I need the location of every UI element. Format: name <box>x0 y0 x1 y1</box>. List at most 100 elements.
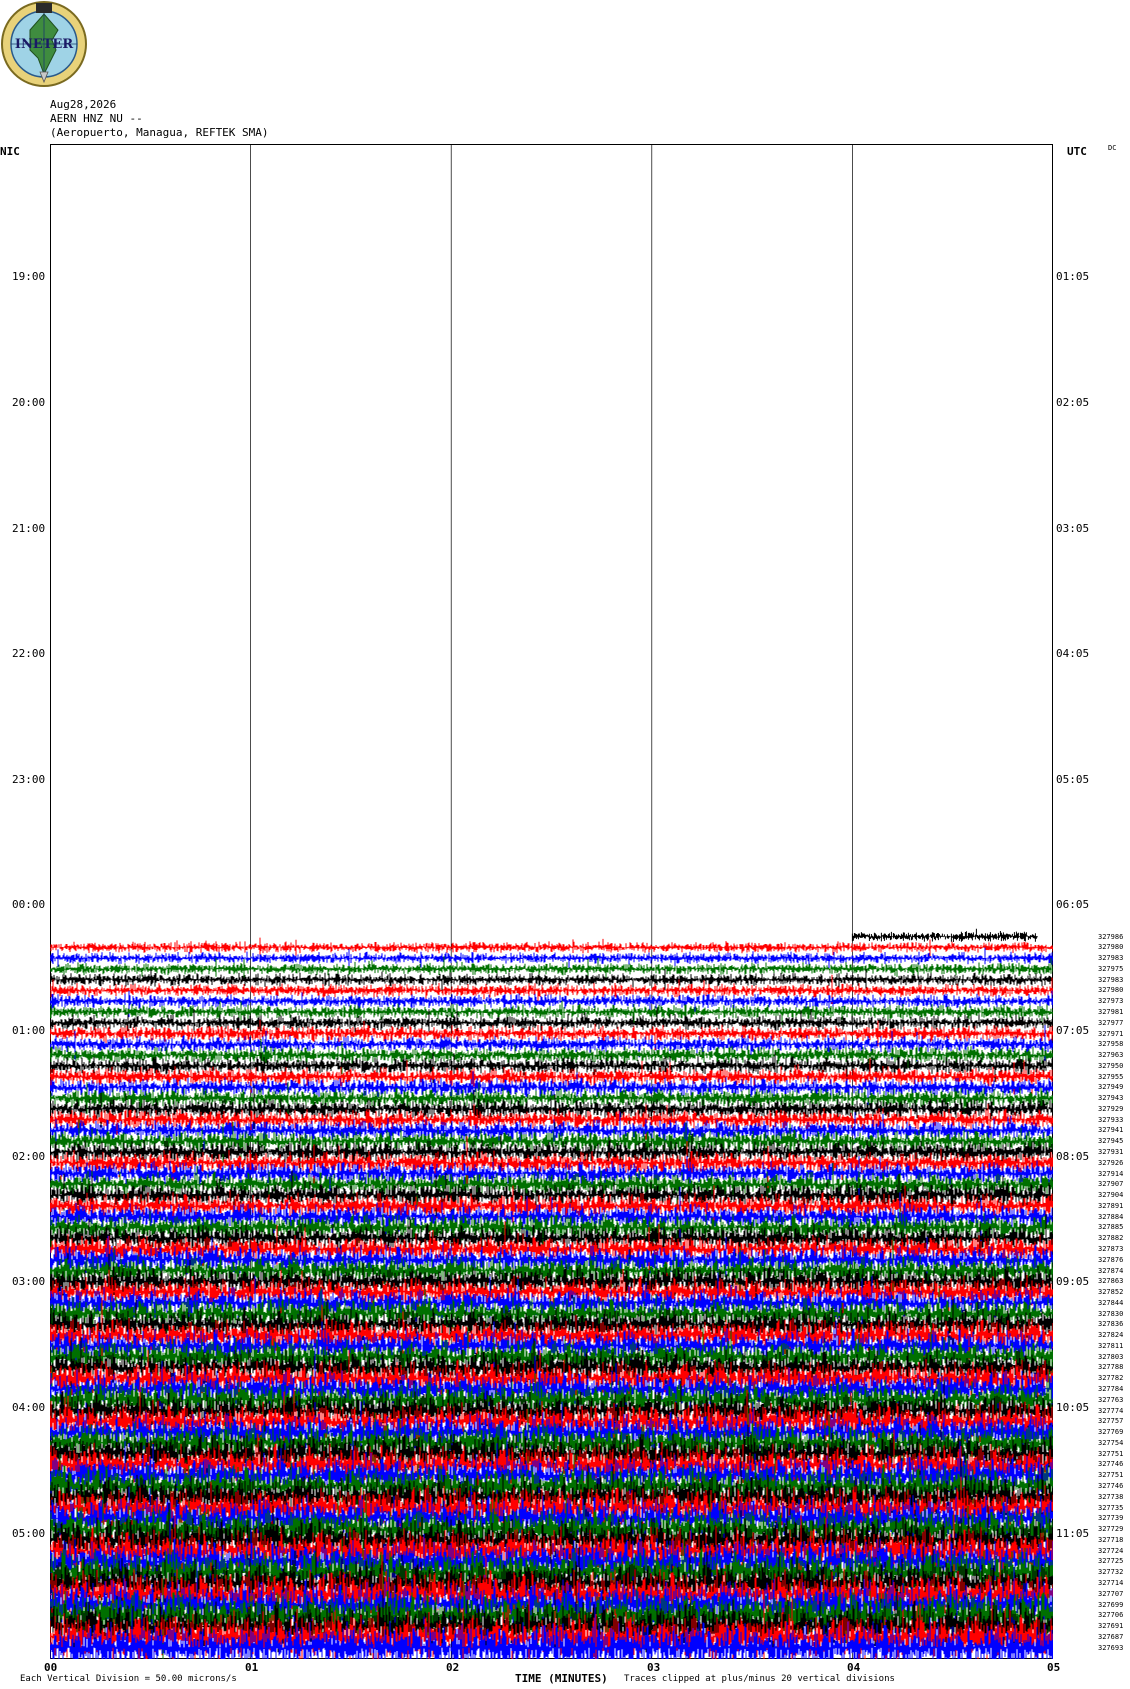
left-time-label: 04:00 <box>12 1401 46 1414</box>
dc-value: 327926 <box>1098 1158 1124 1167</box>
dc-value: 327751 <box>1098 1449 1124 1458</box>
dc-value: 327943 <box>1098 1094 1124 1103</box>
x-axis-label: TIME (MINUTES) <box>515 1672 608 1685</box>
dc-value: 327885 <box>1098 1223 1124 1232</box>
dc-value: 327811 <box>1098 1341 1124 1350</box>
left-timezone-label: NIC <box>0 145 20 158</box>
dc-value: 327907 <box>1098 1180 1124 1189</box>
dc-value: 327751 <box>1098 1471 1124 1480</box>
dc-value: 327941 <box>1098 1126 1124 1135</box>
dc-value: 327757 <box>1098 1417 1124 1426</box>
header-station: AERN HNZ NU -- <box>50 112 143 125</box>
dc-value: 327852 <box>1098 1288 1124 1297</box>
dc-value: 327983 <box>1098 954 1124 963</box>
dc-value: 327891 <box>1098 1201 1124 1210</box>
dc-value: 327980 <box>1098 986 1124 995</box>
dc-value: 327774 <box>1098 1406 1124 1415</box>
dc-value: 327788 <box>1098 1363 1124 1372</box>
left-time-label: 21:00 <box>12 522 46 535</box>
dc-value: 327782 <box>1098 1374 1124 1383</box>
left-time-label: 05:00 <box>12 1527 46 1540</box>
left-time-label: 19:00 <box>12 270 46 283</box>
dc-value: 327986 <box>1098 932 1124 941</box>
dc-value: 327844 <box>1098 1298 1124 1307</box>
dc-value: 327729 <box>1098 1525 1124 1534</box>
dc-value: 327691 <box>1098 1622 1124 1631</box>
dc-label: DC <box>1108 144 1117 152</box>
dc-value: 327836 <box>1098 1320 1124 1329</box>
right-time-label: 10:05 <box>1056 1401 1090 1414</box>
x-tick-label: 04 <box>847 1661 861 1674</box>
x-tick-label: 03 <box>647 1661 661 1674</box>
dc-value: 327873 <box>1098 1244 1124 1253</box>
x-tick-label: 00 <box>44 1661 58 1674</box>
dc-value: 327963 <box>1098 1051 1124 1060</box>
dc-value: 327824 <box>1098 1331 1124 1340</box>
dc-value: 327718 <box>1098 1535 1124 1544</box>
dc-value: 327950 <box>1098 1061 1124 1070</box>
dc-value: 327769 <box>1098 1428 1124 1437</box>
x-tick-label: 02 <box>446 1661 460 1674</box>
dc-value: 327983 <box>1098 975 1124 984</box>
dc-value: 327884 <box>1098 1212 1124 1221</box>
dc-value: 327687 <box>1098 1632 1124 1641</box>
dc-value: 327693 <box>1098 1643 1124 1652</box>
right-time-label: 07:05 <box>1056 1024 1090 1037</box>
helicorder-plot <box>50 144 1053 1659</box>
dc-value: 327931 <box>1098 1148 1124 1157</box>
dc-value: 327876 <box>1098 1255 1124 1264</box>
left-time-label: 20:00 <box>12 396 46 409</box>
left-time-label: 03:00 <box>12 1275 46 1288</box>
right-time-label: 01:05 <box>1056 270 1090 283</box>
dc-value: 327914 <box>1098 1169 1124 1178</box>
dc-value: 327977 <box>1098 1018 1124 1027</box>
dc-value: 327971 <box>1098 1029 1124 1038</box>
dc-value: 327724 <box>1098 1546 1124 1555</box>
dc-value: 327981 <box>1098 1007 1124 1016</box>
dc-value: 327955 <box>1098 1072 1124 1081</box>
dc-value: 327706 <box>1098 1611 1124 1620</box>
header-location: (Aeropuerto, Managua, REFTEK SMA) <box>50 126 269 139</box>
left-time-label: 00:00 <box>12 898 46 911</box>
right-time-label: 02:05 <box>1056 396 1090 409</box>
dc-value: 327958 <box>1098 1040 1124 1049</box>
dc-value: 327707 <box>1098 1589 1124 1598</box>
dc-value: 327725 <box>1098 1557 1124 1566</box>
dc-value: 327754 <box>1098 1438 1124 1447</box>
right-time-label: 08:05 <box>1056 1150 1090 1163</box>
seismogram-trace <box>50 956 1053 982</box>
dc-value: 327714 <box>1098 1578 1124 1587</box>
dc-value: 327738 <box>1098 1492 1124 1501</box>
dc-value: 327763 <box>1098 1395 1124 1404</box>
x-tick-label: 01 <box>245 1661 259 1674</box>
dc-value: 327874 <box>1098 1266 1124 1275</box>
dc-value: 327945 <box>1098 1137 1124 1146</box>
logo-text: INETER <box>15 37 73 52</box>
dc-value: 327882 <box>1098 1234 1124 1243</box>
dc-value: 327973 <box>1098 997 1124 1006</box>
left-time-label: 23:00 <box>12 773 46 786</box>
dc-value: 327746 <box>1098 1460 1124 1469</box>
footer-scale-text: Each Vertical Division = 50.00 microns/s <box>20 1674 237 1684</box>
dc-value: 327735 <box>1098 1503 1124 1512</box>
dc-value: 327739 <box>1098 1514 1124 1523</box>
dc-value: 327975 <box>1098 964 1124 973</box>
dc-value: 327830 <box>1098 1309 1124 1318</box>
dc-value: 327863 <box>1098 1277 1124 1286</box>
right-time-label: 05:05 <box>1056 773 1090 786</box>
dc-value: 327933 <box>1098 1115 1124 1124</box>
right-time-label: 04:05 <box>1056 647 1090 660</box>
left-time-label: 22:00 <box>12 647 46 660</box>
right-time-label: 03:05 <box>1056 522 1090 535</box>
header-date: Aug28,2026 <box>50 98 117 111</box>
x-tick-label: 05 <box>1047 1661 1061 1674</box>
right-time-label: 06:05 <box>1056 898 1090 911</box>
dc-value: 327980 <box>1098 943 1124 952</box>
left-time-label: 01:00 <box>12 1024 46 1037</box>
right-timezone-label: UTC <box>1067 145 1087 158</box>
dc-value: 327904 <box>1098 1191 1124 1200</box>
dc-value: 327784 <box>1098 1385 1124 1394</box>
seismogram-trace <box>851 928 1038 942</box>
seismogram-traces <box>50 144 1053 1659</box>
footer-clip-text: Traces clipped at plus/minus 20 vertical… <box>624 1674 895 1684</box>
